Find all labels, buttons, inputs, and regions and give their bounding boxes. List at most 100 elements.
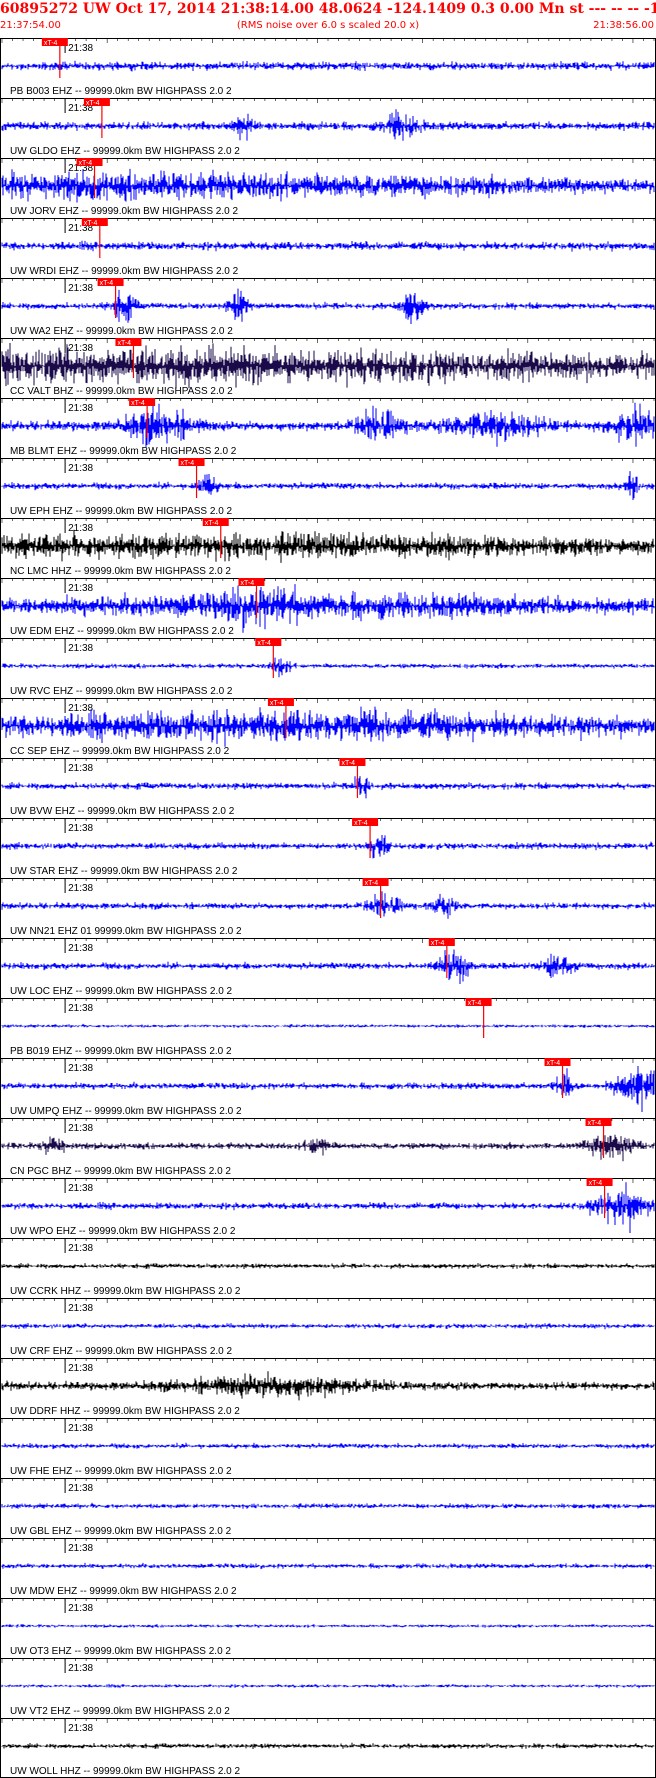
trace-label: CC VALT BHZ -- 99999.0km BW HIGHPASS 2.0…	[10, 386, 233, 397]
pick-label: xT-4	[100, 280, 114, 287]
trace-label: UW CCRK HHZ -- 99999.0km BW HIGHPASS 2.0…	[10, 1286, 241, 1297]
pick-label: xT-4	[589, 1180, 603, 1187]
minute-label: 21:38	[68, 1543, 93, 1554]
trace-label: UW JORV EHZ -- 99999.0km BW HIGHPASS 2.0…	[10, 206, 238, 217]
waveform-trace	[1, 1502, 655, 1509]
pick-label: xT-4	[117, 340, 131, 347]
waveform-trace	[1, 109, 655, 141]
waveform-trace	[1, 657, 655, 678]
waveform-trace	[1, 60, 655, 72]
pick-label: xT-4	[86, 100, 100, 107]
waveform-trace	[1, 529, 655, 563]
minute-label: 21:38	[68, 1363, 93, 1374]
waveform-trace	[1, 1262, 655, 1270]
trace-label: UW CRF EHZ -- 99999.0km BW HIGHPASS 2.0 …	[10, 1346, 233, 1357]
waveform-trace	[1, 835, 655, 859]
trace-label: MB BLMT EHZ -- 99999.0km BW HIGHPASS 2.0…	[10, 446, 237, 457]
trace-label: UW WOLL HHZ -- 99999.0km BW HIGHPASS 2.0…	[10, 1766, 240, 1777]
minute-label: 21:38	[68, 1183, 93, 1194]
minute-label: 21:38	[68, 1123, 93, 1134]
pick-label: xT-4	[431, 940, 445, 947]
trace-label: NC LMC HHZ -- 99999.0km BW HIGHPASS 2.0 …	[10, 566, 231, 577]
trace-label: UW EDM EHZ -- 99999.0km BW HIGHPASS 2.0 …	[10, 626, 234, 637]
waveform-trace	[1, 1742, 655, 1750]
plot-header: 60895272 UW Oct 17, 2014 21:38:14.00 48.…	[0, 0, 656, 38]
pick-label: xT-4	[240, 580, 254, 587]
minute-label: 21:38	[68, 43, 93, 54]
trace-label: UW GBL EHZ -- 99999.0km BW HIGHPASS 2.0 …	[10, 1526, 232, 1537]
minute-label: 21:38	[68, 523, 93, 534]
waveform-trace	[1, 1624, 655, 1628]
trace-label: UW RVC EHZ -- 99999.0km BW HIGHPASS 2.0 …	[10, 686, 233, 697]
seismogram-plot: 21:38 xT-4 PB B003 EHZ -- 99999.0km BW HIG…	[0, 38, 656, 1778]
minute-label: 21:38	[68, 1003, 93, 1014]
minute-label: 21:38	[68, 463, 93, 474]
minute-label: 21:38	[68, 1603, 93, 1614]
pick-label: xT-4	[365, 880, 379, 887]
minute-label: 21:38	[68, 343, 93, 354]
trace-label: UW VT2 EHZ -- 99999.0km BW HIGHPASS 2.0 …	[10, 1706, 230, 1717]
event-title: 60895272 UW Oct 17, 2014 21:38:14.00 48.…	[0, 1, 656, 17]
waveform-trace	[1, 1442, 655, 1450]
trace-label: PB B003 EHZ -- 99999.0km BW HIGHPASS 2.0…	[10, 86, 232, 97]
pick-label: xT-4	[547, 1060, 561, 1067]
end-time: 21:38:56.00	[593, 20, 654, 31]
minute-label: 21:38	[68, 1063, 93, 1074]
trace-label: UW STAR EHZ -- 99999.0km BW HIGHPASS 2.0…	[10, 866, 238, 877]
minute-label: 21:38	[68, 403, 93, 414]
trace-label: UW FHE EHZ -- 99999.0km BW HIGHPASS 2.0 …	[10, 1466, 232, 1477]
pick-label: xT-4	[257, 640, 271, 647]
pick-label: xT-4	[354, 820, 368, 827]
minute-label: 21:38	[68, 763, 93, 774]
pick-label: xT-4	[468, 1000, 482, 1007]
waveform-trace	[1, 471, 655, 500]
pick-label: xT-4	[588, 1120, 602, 1127]
waveform-trace	[1, 168, 655, 203]
waveform-trace	[1, 776, 655, 799]
minute-label: 21:38	[68, 1723, 93, 1734]
trace-label: UW UMPQ EHZ -- 99999.0km BW HIGHPASS 2.0…	[10, 1106, 242, 1117]
minute-label: 21:38	[68, 1663, 93, 1674]
waveform-trace	[1, 1371, 655, 1401]
pick-label: xT-4	[84, 220, 98, 227]
pick-label: xT-4	[79, 160, 93, 167]
trace-label: UW BVW EHZ -- 99999.0km BW HIGHPASS 2.0 …	[10, 806, 235, 817]
scaling-note: (RMS noise over 6.0 s scaled 20.0 x)	[236, 20, 420, 31]
waveform-trace	[1, 1023, 655, 1028]
minute-label: 21:38	[68, 1423, 93, 1434]
minute-label: 21:38	[68, 883, 93, 894]
trace-label: CC SEP EHZ -- 99999.0km BW HIGHPASS 2.0 …	[10, 746, 230, 757]
minute-label: 21:38	[68, 643, 93, 654]
trace-label: UW LOC EHZ -- 99999.0km BW HIGHPASS 2.0 …	[10, 986, 233, 997]
minute-label: 21:38	[68, 1243, 93, 1254]
trace-label: UW WA2 EHZ -- 99999.0km BW HIGHPASS 2.0 …	[10, 326, 233, 337]
pick-label: xT-4	[44, 40, 58, 47]
waveform-trace	[1, 1323, 655, 1330]
minute-label: 21:38	[68, 823, 93, 834]
waveform-trace	[1, 1683, 655, 1689]
trace-label: CN PGC BHZ -- 99999.0km BW HIGHPASS 2.0 …	[10, 1166, 231, 1177]
trace-label: UW WPO EHZ -- 99999.0km BW HIGHPASS 2.0 …	[10, 1226, 236, 1237]
waveform-trace	[1, 891, 655, 919]
minute-label: 21:38	[68, 1303, 93, 1314]
minute-label: 21:38	[68, 283, 93, 294]
waveform-trace	[1, 288, 655, 324]
trace-label: UW DDRF HHZ -- 99999.0km BW HIGHPASS 2.0…	[10, 1406, 240, 1417]
trace-label: UW MDW EHZ -- 99999.0km BW HIGHPASS 2.0 …	[10, 1586, 237, 1597]
waveform-trace	[1, 1134, 655, 1162]
waveform-trace	[1, 706, 655, 747]
waveform-trace	[1, 343, 655, 389]
minute-label: 21:38	[68, 703, 93, 714]
trace-label: UW GLDO EHZ -- 99999.0km BW HIGHPASS 2.0…	[10, 146, 240, 157]
waveform-trace	[1, 402, 655, 447]
minute-label: 21:38	[68, 1483, 93, 1494]
trace-label: PB B019 EHZ -- 99999.0km BW HIGHPASS 2.0…	[10, 1046, 232, 1057]
waveform-trace	[1, 949, 655, 984]
minute-label: 21:38	[68, 583, 93, 594]
pick-label: xT-4	[270, 700, 284, 707]
trace-label: UW EPH EHZ -- 99999.0km BW HIGHPASS 2.0 …	[10, 506, 233, 517]
waveform-trace	[1, 1562, 655, 1570]
pick-label: xT-4	[181, 460, 195, 467]
minute-label: 21:38	[68, 943, 93, 954]
pick-label: xT-4	[131, 400, 145, 407]
